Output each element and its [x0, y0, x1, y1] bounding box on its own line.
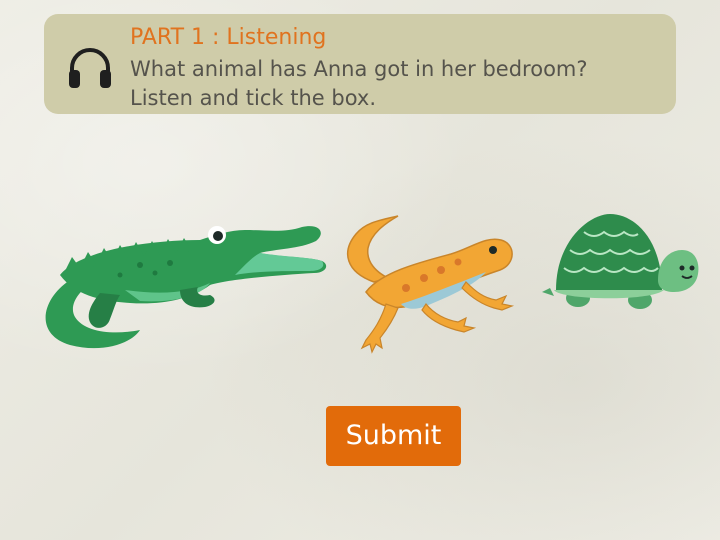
question-text: What animal has Anna got in her bedroom?: [130, 57, 588, 81]
part-title: PART 1 : Listening: [130, 25, 327, 50]
turtle-option[interactable]: [540, 210, 700, 320]
submit-button[interactable]: Submit: [326, 406, 461, 466]
turtle-icon: [542, 214, 699, 309]
lizard-option[interactable]: [326, 212, 518, 360]
headphones-icon[interactable]: [66, 44, 114, 92]
crocodile-icon: [45, 226, 327, 349]
instruction-panel: PART 1 : Listening What animal has Anna …: [44, 14, 676, 114]
lizard-icon: [347, 215, 515, 354]
crocodile-option[interactable]: [30, 205, 330, 355]
instruction-text: Listen and tick the box.: [130, 86, 377, 110]
